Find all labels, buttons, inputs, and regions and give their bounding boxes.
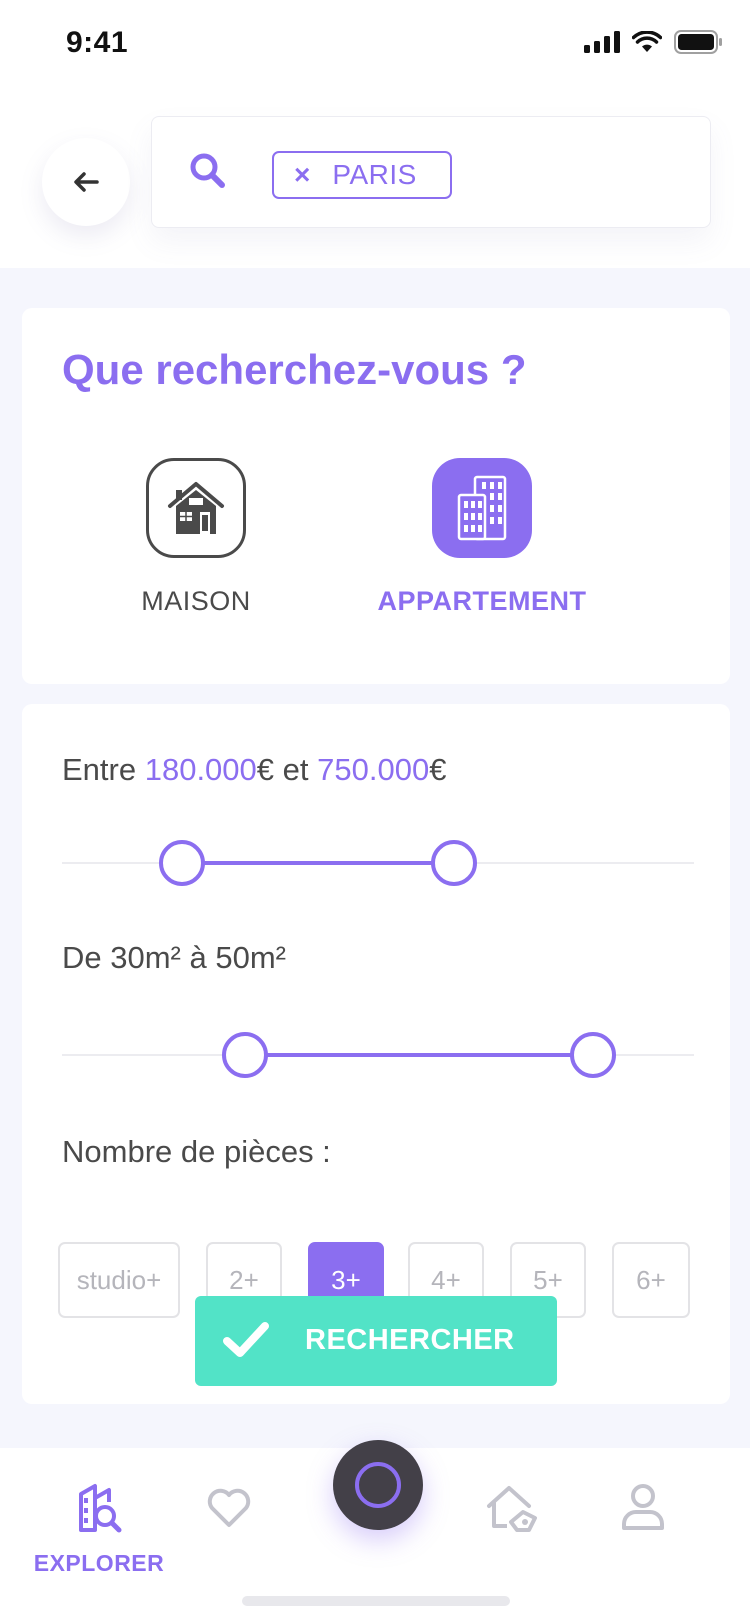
home-indicator xyxy=(242,1596,510,1606)
house-icon xyxy=(168,482,224,534)
sell-house-icon xyxy=(487,1486,537,1532)
status-bar: 9:41 xyxy=(0,0,750,90)
rooms-label: Nombre de pièces : xyxy=(62,1134,331,1169)
slider-range xyxy=(245,1053,593,1057)
house-tile[interactable] xyxy=(146,458,246,558)
rooms-option-6[interactable]: 6+ xyxy=(612,1242,690,1318)
search-submit-button[interactable]: RECHERCHER xyxy=(195,1296,557,1386)
area-range-slider[interactable] xyxy=(62,1030,694,1080)
tab-favorites[interactable] xyxy=(154,1448,304,1578)
price-currency-min: € xyxy=(256,752,275,787)
wifi-icon xyxy=(632,31,662,52)
status-time: 9:41 xyxy=(66,26,129,59)
slider-thumb-min[interactable] xyxy=(222,1032,269,1078)
slider-thumb-max[interactable] xyxy=(569,1032,616,1078)
price-currency-max: € xyxy=(429,752,447,787)
price-range-slider[interactable] xyxy=(62,838,694,888)
rooms-option-studio[interactable]: studio+ xyxy=(58,1242,180,1318)
center-ring-icon xyxy=(355,1462,401,1508)
tab-explorer[interactable]: EXPLORER xyxy=(24,1448,174,1578)
location-chip[interactable]: × PARIS xyxy=(272,151,452,199)
type-label-maison: MAISON xyxy=(141,586,251,616)
battery-icon xyxy=(674,30,722,54)
tab-profile[interactable] xyxy=(568,1448,718,1578)
type-option-appartement[interactable]: APPARTEMENT xyxy=(352,458,612,617)
search-submit-label: RECHERCHER xyxy=(305,1324,515,1356)
slider-thumb-max[interactable] xyxy=(430,840,477,886)
location-chip-label: PARIS xyxy=(332,159,417,190)
status-icons xyxy=(584,30,722,54)
back-button[interactable] xyxy=(42,138,130,226)
slider-range xyxy=(182,861,454,865)
search-icon xyxy=(190,153,225,188)
slider-thumb-min[interactable] xyxy=(159,840,206,886)
check-icon xyxy=(223,1322,269,1357)
price-prefix: Entre xyxy=(62,752,145,787)
search-field[interactable]: × PARIS xyxy=(151,116,711,228)
page-title: Que recherchez-vous ? xyxy=(62,346,527,393)
tab-sell[interactable] xyxy=(438,1448,588,1578)
type-option-maison[interactable]: MAISON xyxy=(66,458,326,617)
tab-explorer-label: EXPLORER xyxy=(33,1550,165,1576)
price-min-value: 180.000 xyxy=(144,752,257,787)
property-type-card: Que recherchez-vous ? MAISON APPARTEMENT xyxy=(22,308,730,684)
heart-icon xyxy=(207,1488,251,1527)
center-action-button[interactable] xyxy=(333,1440,423,1530)
price-max-value: 750.000 xyxy=(317,752,430,787)
explore-icon xyxy=(79,1484,122,1533)
price-range-label: Entre 180.000€ et 750.000€ xyxy=(62,752,446,788)
type-label-appartement: APPARTEMENT xyxy=(377,586,587,616)
area-range-label: De 30m² à 50m² xyxy=(62,940,286,975)
building-tile[interactable] xyxy=(432,458,532,558)
price-conjunction: et xyxy=(274,752,318,787)
search-header: × PARIS xyxy=(0,90,750,268)
building-icon xyxy=(457,475,507,541)
signal-icon xyxy=(584,31,620,53)
arrow-left-icon xyxy=(74,172,99,192)
profile-icon xyxy=(622,1484,664,1530)
close-icon[interactable]: × xyxy=(294,161,310,189)
